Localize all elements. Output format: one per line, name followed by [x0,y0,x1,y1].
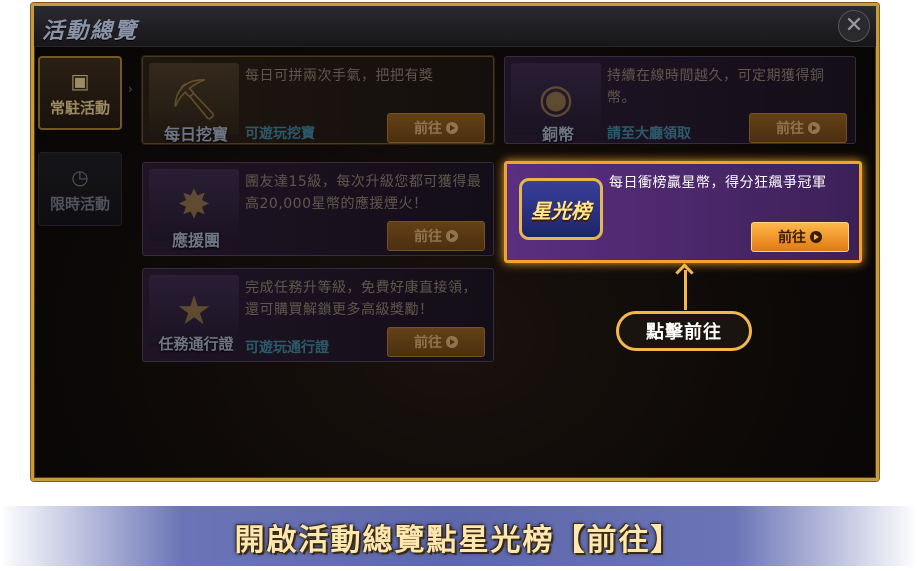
close-icon[interactable]: ✕ [838,10,870,42]
card-description: 每日可拼兩次手氣，把把有獎 [245,68,434,84]
card-daily-treasure: ⛏ 每日挖寶 每日可拼兩次手氣，把把有獎 可遊玩挖寶 前往 [142,56,494,144]
card-link[interactable]: 可遊玩通行證 [245,337,329,357]
sidebar-item-permanent[interactable]: ▣ 常駐活動 [38,56,122,130]
card-link[interactable]: 請至大廳領取 [607,123,691,143]
window-title: 活動總覽 [42,19,139,44]
timer-icon: ◷ [71,164,89,189]
sidebar-item-label: 常駐活動 [49,98,110,117]
card-star-ranking: 星光榜 每日衝榜贏星幣，得分狂飆爭冠軍 前往 [504,161,862,263]
go-button[interactable]: 前往 [749,113,847,143]
grid-icon: ▣ [70,68,90,93]
go-button-label: 前往 [778,230,806,246]
card-label: 任務通行證 [158,335,234,353]
go-button[interactable]: 前往 [387,221,485,251]
card-description: 每日衝榜贏星幣，得分狂飆爭冠軍 [609,175,827,191]
go-button-label: 前往 [414,229,442,245]
play-icon [810,231,822,243]
callout-click-go: 點擊前往 [616,311,752,351]
sidebar-item-limited[interactable]: ◷ 限時活動 [38,152,122,226]
play-icon [808,122,820,134]
play-icon [446,230,458,242]
go-button-label: 前往 [414,121,442,137]
sidebar: ▣ 常駐活動 ◷ 限時活動 [34,50,126,478]
instruction-banner: 開啟活動總覽點星光榜【前往】 [0,506,917,566]
badge-label: 星光榜 [519,178,603,240]
card-cheer-squad: ✸ 應援團 團友達15級，每次升級您都可獲得最高20,000星幣的應援煙火！ 前… [142,162,494,256]
card-label: 每日挖寶 [163,125,228,144]
card-copper-coin: ◉ 銅幣 持續在線時間越久，可定期獲得銅幣。 請至大廳領取 前往 [504,56,856,144]
go-button[interactable]: 前往 [387,327,485,357]
card-mission-pass: ★ 任務通行證 完成任務升等級，免費好康直接領，還可購買解鎖更多高級獎勵！ 可遊… [142,268,494,362]
card-description: 完成任務升等級，免費好康直接領，還可購買解鎖更多高級獎勵！ [245,280,477,318]
go-button[interactable]: 前往 [387,113,485,143]
card-label: 銅幣 [541,125,574,144]
pointer-arrow-icon [684,270,687,310]
card-description: 持續在線時間越久，可定期獲得銅幣。 [607,68,825,106]
chevron-right-icon: › [128,82,133,96]
card-label: 應援團 [171,231,220,250]
play-icon [446,122,458,134]
card-link[interactable]: 可遊玩挖寶 [245,123,315,143]
title-bar: 活動總覽 ✕ [34,6,876,47]
go-button-label: 前往 [414,335,442,351]
star-badge-icon: 星光榜 [515,170,607,248]
activity-overview-window: 活動總覽 ✕ ▣ 常駐活動 ◷ 限時活動 › ⛏ 每日挖寶 每日可拼兩次手氣，把… [31,3,879,481]
go-button[interactable]: 前往 [751,222,849,252]
banner-text: 開啟活動總覽點星光榜【前往】 [234,523,683,558]
card-description: 團友達15級，每次升級您都可獲得最高20,000星幣的應援煙火！ [245,174,482,212]
play-icon [446,336,458,348]
sidebar-item-label: 限時活動 [49,194,110,213]
go-button-label: 前往 [776,121,804,137]
